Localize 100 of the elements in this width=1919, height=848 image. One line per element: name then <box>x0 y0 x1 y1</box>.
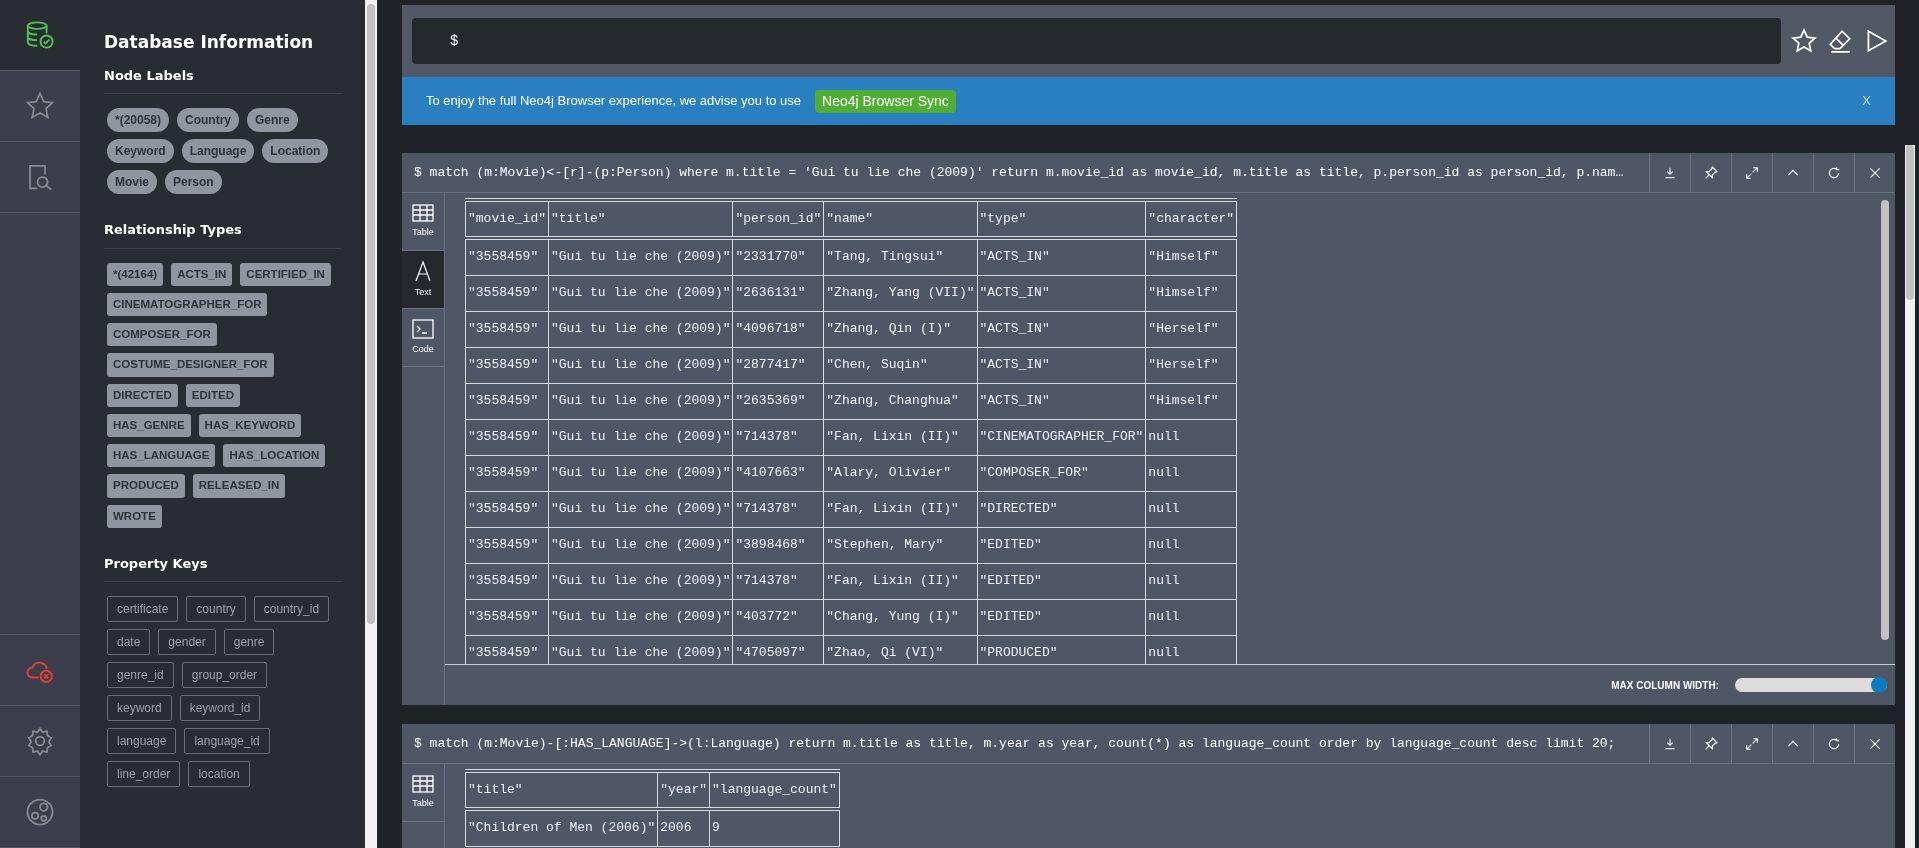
pin-icon <box>1703 164 1719 181</box>
relationship-type-tag[interactable]: *(42164) <box>107 262 164 286</box>
text-cell: "EDITED" <box>977 563 1146 600</box>
property-key-tag[interactable]: certificate <box>107 596 179 623</box>
database-icon <box>25 20 55 50</box>
text-cell: "ACTS_IN" <box>977 347 1146 384</box>
slider-thumb[interactable] <box>1871 677 1887 693</box>
text-cell: "Gui tu lie che (2009)" <box>548 383 733 420</box>
text-cell: 2006 <box>657 809 710 847</box>
text-cell: "Himself" <box>1145 383 1237 420</box>
text-cell: "4096718" <box>732 311 824 348</box>
banner-message: To enjoy the full Neo4j Browser experience, we advise you to use <box>426 92 802 111</box>
text-cell: "Zhao, Qi (VI)" <box>823 635 977 664</box>
text-cell: null <box>1145 635 1237 664</box>
network-nodes-icon <box>25 797 55 827</box>
text-cell: "3558459" <box>465 275 549 312</box>
column-header: "name" <box>823 200 977 238</box>
text-cell: "Herself" <box>1145 347 1237 384</box>
relationship-type-tag[interactable]: HAS_LOCATION <box>223 444 326 468</box>
property-key-tag[interactable]: gender <box>158 629 216 656</box>
property-key-tag[interactable]: country_id <box>253 596 330 623</box>
prompt: $ <box>450 31 459 51</box>
settings-icon <box>25 726 55 756</box>
text-cell: "3558459" <box>465 347 549 384</box>
text-cell: "Stephen, Mary" <box>823 527 977 564</box>
relationship-type-tag[interactable]: HAS_GENRE <box>107 413 191 437</box>
text-cell: "2331770" <box>732 238 824 276</box>
property-key-tag[interactable]: country <box>186 596 246 623</box>
relationship-type-tag[interactable]: CINEMATOGRAPHER_FOR <box>107 292 268 316</box>
eraser-icon[interactable] <box>1827 28 1853 54</box>
view-tab[interactable]: Text <box>402 251 444 309</box>
relationship-type-tag[interactable]: WROTE <box>107 504 162 528</box>
text-cell: "Zhang, Yang (VII)" <box>823 275 977 312</box>
text-cell: "Gui tu lie che (2009)" <box>548 347 733 384</box>
query-text: $ match (m:Movie)-[:HAS_LANGUAGE]->(l:Language) return m.title as title, m.year as year, count(*) as language_count order by language_count desc limit 20; <box>413 734 1617 753</box>
property-key-tag[interactable]: location <box>188 761 250 788</box>
property-key-tag[interactable]: language_id <box>184 728 270 755</box>
scrollbar[interactable] <box>367 4 375 624</box>
text-cell: "714378" <box>732 491 824 528</box>
relationship-type-tag[interactable]: DIRECTED <box>107 383 178 407</box>
property-key-tag[interactable]: keyword <box>107 695 172 722</box>
star-icon[interactable] <box>1791 28 1817 54</box>
node-label-tag[interactable]: Location <box>262 139 329 163</box>
text-cell: "EDITED" <box>977 599 1146 636</box>
text-cell: "Chen, Suqin" <box>823 347 977 384</box>
property-key-tag[interactable]: keyword_id <box>179 695 261 722</box>
property-key-tag[interactable]: language <box>107 728 177 755</box>
text-cell: "Children of Men (2006)" <box>465 809 658 847</box>
relationship-type-tag[interactable]: ACTS_IN <box>171 262 233 286</box>
text-cell: "4705097" <box>732 635 824 664</box>
text-cell: "ACTS_IN" <box>977 383 1146 420</box>
panel-title: Database Information <box>104 31 315 54</box>
text-cell: "Gui tu lie che (2009)" <box>548 635 733 664</box>
text-cell: "3558459" <box>465 311 549 348</box>
property-key-tag[interactable]: date <box>107 629 151 656</box>
column-header: "language_count" <box>709 771 840 809</box>
text-cell: "Fan, Lixin (II)" <box>823 563 977 600</box>
close-button[interactable]: X <box>1862 91 1871 111</box>
scrollbar[interactable] <box>1906 145 1914 300</box>
node-label-tag[interactable]: Person <box>165 170 222 194</box>
column-header: "title" <box>548 200 733 238</box>
table-icon <box>412 774 434 793</box>
node-label-tag[interactable]: Movie <box>107 170 157 194</box>
column-header: "title" <box>465 771 658 809</box>
property-key-tag[interactable]: genre <box>223 629 275 656</box>
text-cell: "Gui tu lie che (2009)" <box>548 275 733 312</box>
node-label-tag[interactable]: Language <box>181 139 255 163</box>
text-cell: "Gui tu lie che (2009)" <box>548 238 733 276</box>
text-cell: "Gui tu lie che (2009)" <box>548 527 733 564</box>
relationship-type-tag[interactable]: COSTUME_DESIGNER_FOR <box>107 353 274 377</box>
relationship-type-tag[interactable]: HAS_LANGUAGE <box>107 444 216 468</box>
relationship-type-tag[interactable]: COMPOSER_FOR <box>107 323 217 347</box>
relationship-type-tag[interactable]: CERTIFIED_IN <box>240 262 331 286</box>
property-key-tag[interactable]: line_order <box>107 761 181 788</box>
relationship-type-tag[interactable]: EDITED <box>185 383 240 407</box>
text-cell: null <box>1145 455 1237 492</box>
text-cell: "3558459" <box>465 238 549 276</box>
text-cell: null <box>1145 419 1237 456</box>
slider-track[interactable] <box>1735 678 1887 692</box>
node-label-tag[interactable]: Country <box>177 108 240 132</box>
nav-tab[interactable] <box>0 0 80 71</box>
expand-icon <box>1744 735 1760 752</box>
text-cell: "Zhang, Changhua" <box>823 383 977 420</box>
text-cell: null <box>1145 599 1237 636</box>
relationship-type-tag[interactable]: RELEASED_IN <box>192 474 286 498</box>
node-label-tag[interactable]: Genre <box>247 108 298 132</box>
text-cell: "Himself" <box>1145 275 1237 312</box>
text-cell: "Gui tu lie che (2009)" <box>548 455 733 492</box>
scrollbar[interactable] <box>1881 200 1889 640</box>
column-header: "type" <box>977 200 1146 238</box>
browser-sync-link[interactable]: Neo4j Browser Sync <box>815 89 956 113</box>
relationship-type-tag[interactable]: PRODUCED <box>107 474 185 498</box>
pin-icon <box>1703 735 1719 752</box>
node-label-tag[interactable]: *(20058) <box>107 108 170 132</box>
column-header: "movie_id" <box>465 200 549 238</box>
relationship-type-tag[interactable]: HAS_KEYWORD <box>198 413 302 437</box>
property-key-tag[interactable]: genre_id <box>107 662 174 689</box>
query-input[interactable]: $ <box>412 18 1781 64</box>
node-label-tag[interactable]: Keyword <box>107 139 174 163</box>
property-key-tag[interactable]: group_order <box>181 662 268 689</box>
